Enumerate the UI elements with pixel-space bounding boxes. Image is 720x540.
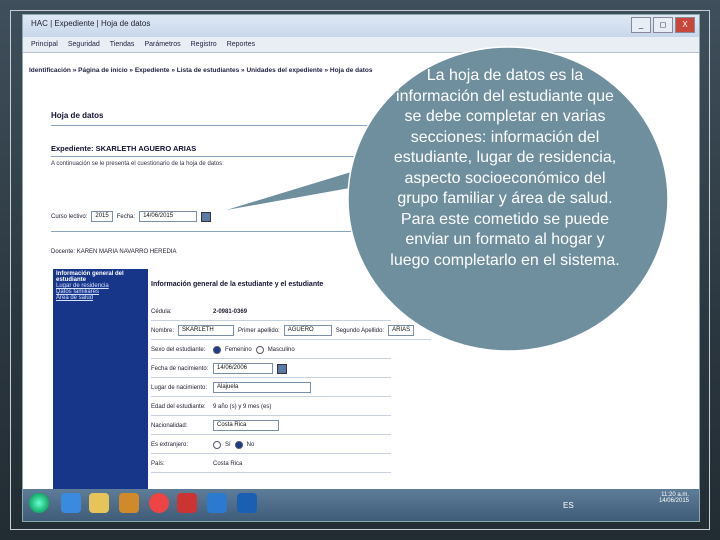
callout-text: La hoja de datos es la información del e…: [390, 67, 620, 269]
